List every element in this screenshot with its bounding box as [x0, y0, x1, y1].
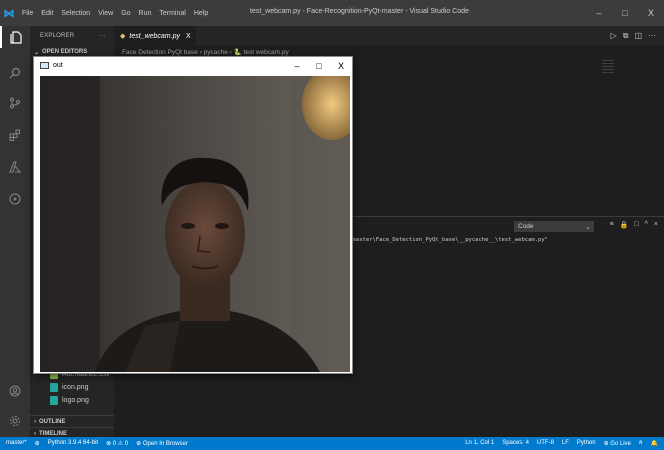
image-file-icon	[50, 383, 58, 392]
window-app-icon	[40, 62, 49, 69]
output-channel-value: Code	[518, 223, 534, 230]
minimap[interactable]	[602, 60, 614, 74]
python-interpreter-status[interactable]: Python 3.9.4 64-bit	[48, 440, 98, 447]
eol-status[interactable]: LF	[562, 440, 569, 447]
output-channel-select[interactable]: Code ⌄	[514, 221, 594, 232]
search-icon[interactable]	[0, 62, 30, 84]
indentation-status[interactable]: Spaces: 4	[502, 440, 529, 447]
language-mode-status[interactable]: Python	[577, 440, 596, 447]
menu-go[interactable]: Go	[121, 10, 130, 17]
vscode-logo-icon: ⋈	[3, 7, 15, 20]
window-title: test_webcam.py - Face-Recognition-PyQt-m…	[250, 8, 469, 15]
status-left: master* ⊕ Python 3.9.4 64-bit ⊗ 0 ⚠ 0 ⊕ …	[0, 440, 188, 447]
close-panel-icon[interactable]: ×	[654, 221, 658, 229]
menu-run[interactable]: Run	[139, 10, 152, 17]
panel-actions: ≡ 🔒 □ ^ ×	[610, 221, 658, 229]
problems-status[interactable]: ⊗ 0 ⚠ 0	[106, 440, 128, 447]
more-actions-icon[interactable]: ···	[648, 31, 656, 41]
camera-window-controls: – □ X	[286, 57, 352, 74]
menu-help[interactable]: Help	[194, 10, 208, 17]
list-item[interactable]: icon.png	[30, 381, 114, 394]
file-name: icon.png	[62, 384, 89, 391]
source-control-icon[interactable]	[0, 92, 30, 114]
title-bar: ⋈ File Edit Selection View Go Run Termin…	[0, 0, 664, 26]
bell-icon[interactable]: 🔔	[651, 440, 658, 447]
camera-minimize-button[interactable]: –	[286, 57, 308, 74]
image-file-icon	[50, 396, 58, 405]
menu-file[interactable]: File	[22, 10, 33, 17]
camera-output-window[interactable]: out – □ X	[33, 56, 353, 374]
camera-close-button[interactable]: X	[330, 57, 352, 74]
extensions-icon[interactable]	[0, 124, 30, 146]
tab-close-icon[interactable]: X	[186, 33, 191, 40]
tab-label: test_webcam.py	[129, 32, 180, 40]
sync-icon[interactable]: ⊕	[35, 440, 40, 447]
explorer-title: EXPLORER	[40, 33, 75, 39]
menu-terminal[interactable]: Terminal	[159, 10, 185, 17]
outline-label: OUTLINE	[39, 419, 66, 425]
webcam-image	[40, 76, 350, 372]
menu-edit[interactable]: Edit	[41, 10, 53, 17]
editor-tabs: ◆ test_webcam.py X ▷ ⧉ ◫ ···	[114, 26, 664, 46]
clear-output-icon[interactable]: ≡	[610, 221, 614, 229]
activity-bar	[0, 26, 30, 437]
chevron-down-icon: ⌄	[34, 49, 40, 56]
minimize-button[interactable]: –	[586, 0, 612, 26]
window-controls: – □ X	[586, 0, 664, 26]
file-name: logo.png	[62, 397, 89, 404]
webcam-frame	[40, 76, 350, 372]
feedback-icon[interactable]: ጸ	[639, 440, 643, 447]
chevron-down-icon: ⌄	[585, 223, 591, 231]
explorer-icon[interactable]	[0, 26, 30, 48]
camera-maximize-button[interactable]: □	[308, 57, 330, 74]
menu-view[interactable]: View	[98, 10, 113, 17]
python-file-icon: ◆	[120, 33, 126, 40]
azure-icon[interactable]	[0, 156, 30, 178]
encoding-status[interactable]: UTF-8	[537, 440, 554, 447]
gear-icon[interactable]	[0, 410, 30, 432]
account-icon[interactable]	[0, 380, 30, 402]
camera-window-title: out	[53, 62, 63, 69]
explorer-header: EXPLORER ···	[30, 26, 114, 46]
go-live-status[interactable]: ⊕ Go Live	[604, 440, 631, 447]
camera-window-titlebar[interactable]: out – □ X	[34, 57, 352, 74]
maximize-panel-icon[interactable]: ^	[645, 221, 648, 229]
maximize-button[interactable]: □	[612, 0, 638, 26]
status-bar: master* ⊕ Python 3.9.4 64-bit ⊗ 0 ⚠ 0 ⊕ …	[0, 437, 664, 450]
lock-icon[interactable]: 🔒	[620, 221, 629, 229]
status-right: Ln 1, Col 1 Spaces: 4 UTF-8 LF Python ⊕ …	[465, 440, 658, 447]
cursor-position-status[interactable]: Ln 1, Col 1	[465, 440, 494, 447]
more-actions-icon[interactable]: ···	[99, 33, 106, 39]
tab-test-webcam[interactable]: ◆ test_webcam.py X	[114, 26, 196, 46]
run-file-icon[interactable]: ▷	[611, 31, 617, 41]
editor-actions: ▷ ⧉ ◫ ···	[611, 31, 656, 41]
menu-selection[interactable]: Selection	[61, 10, 90, 17]
open-in-browser-status[interactable]: ⊕ Open In Browser	[136, 440, 188, 447]
split-editor-icon[interactable]: ◫	[634, 31, 642, 41]
open-editors-label: OPEN EDITORS	[42, 49, 88, 55]
open-changes-icon[interactable]: ⧉	[623, 31, 629, 41]
close-button[interactable]: X	[638, 0, 664, 26]
chevron-right-icon: ›	[34, 419, 36, 425]
open-log-icon[interactable]: □	[634, 221, 638, 229]
git-branch-status[interactable]: master*	[6, 440, 27, 447]
run-debug-icon[interactable]	[0, 188, 30, 210]
list-item[interactable]: logo.png	[30, 394, 114, 407]
menu-bar: File Edit Selection View Go Run Terminal…	[22, 10, 208, 17]
output-text: t-master\Face_Detection_PyQt_base\__pyca…	[346, 237, 548, 243]
